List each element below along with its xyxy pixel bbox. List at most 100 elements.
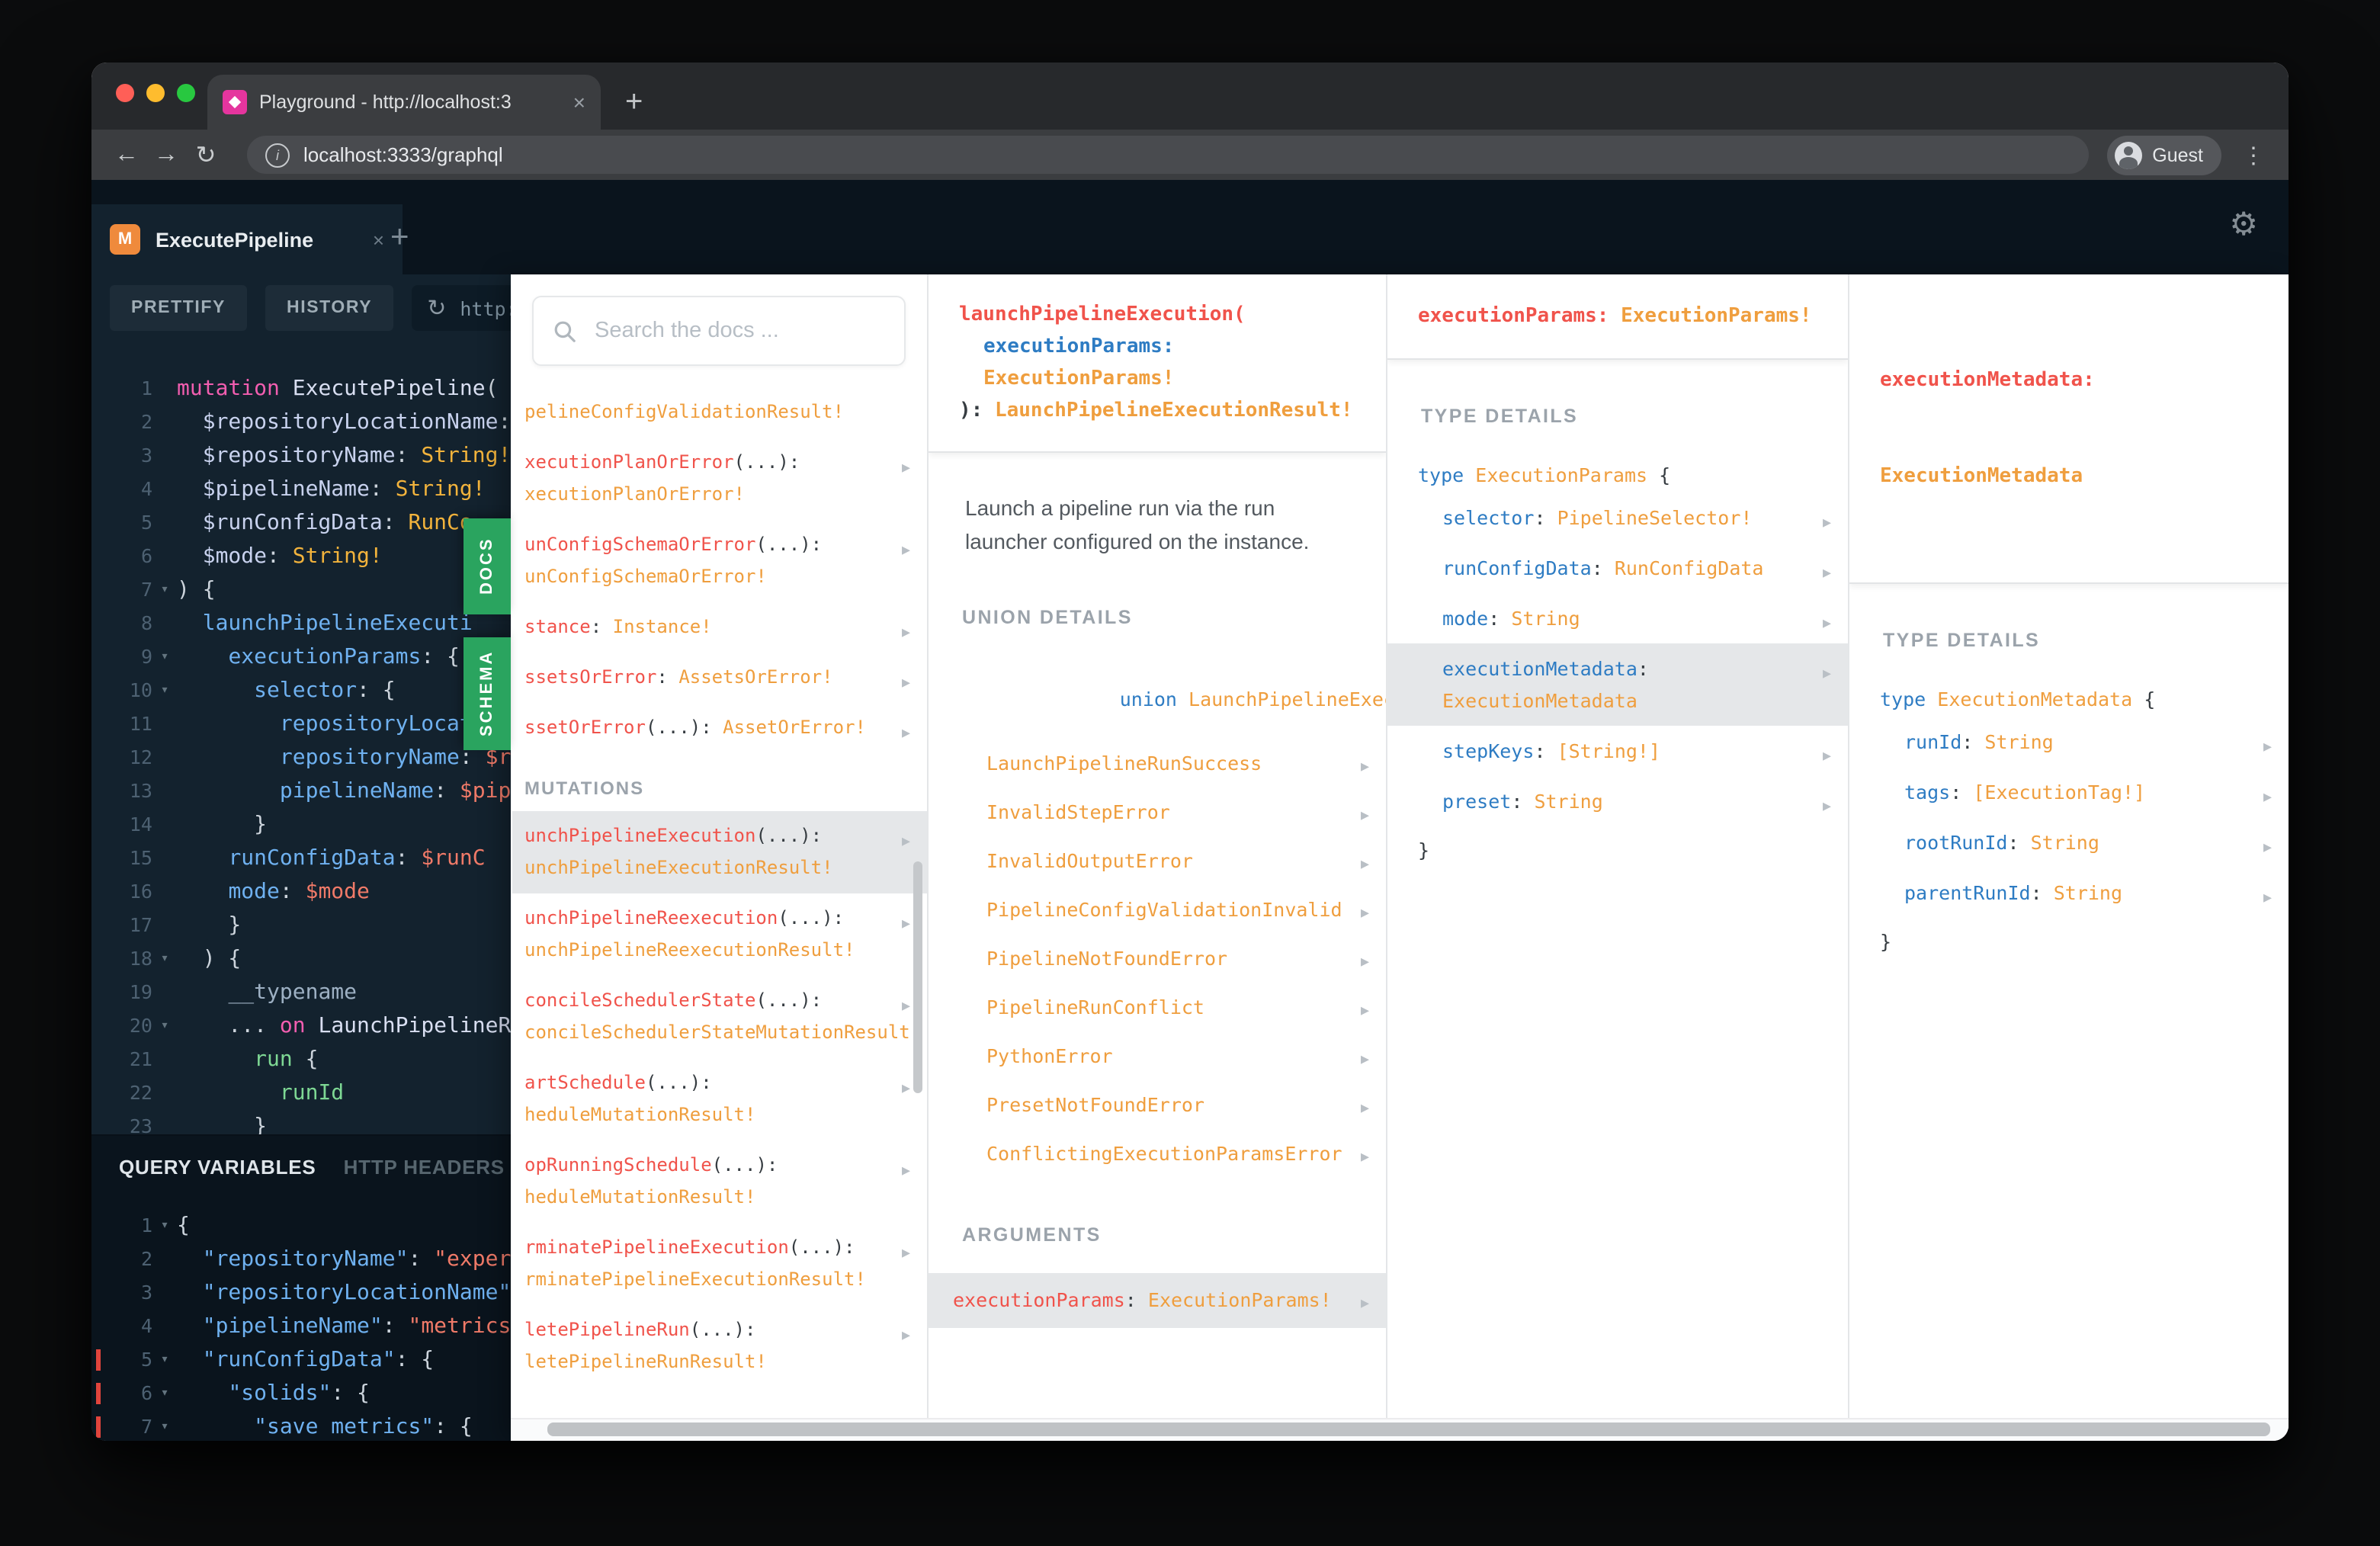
type-field-row[interactable]: parentRunId: String ▸ [1849, 868, 2289, 918]
type-field-row[interactable]: runConfigData: RunConfigData ▸ [1387, 543, 1848, 593]
fold-arrow-icon[interactable]: ▾ [152, 573, 177, 607]
chevron-right-icon: ▸ [1360, 1049, 1369, 1070]
history-button[interactable]: HISTORY [265, 285, 394, 331]
fold-gutter [152, 1310, 177, 1343]
fold-gutter [152, 707, 177, 741]
union-member-row[interactable]: PipelineConfigValidationInvalid ▸ [929, 887, 1386, 935]
union-member-row[interactable]: InvalidOutputError ▸ [929, 838, 1386, 887]
line-number: 22 [129, 1081, 152, 1104]
fold-arrow-icon[interactable]: ▾ [152, 1343, 177, 1377]
back-icon[interactable]: ← [107, 141, 146, 168]
forward-icon[interactable]: → [146, 141, 186, 168]
tab-query-variables[interactable]: QUERY VARIABLES [119, 1155, 316, 1178]
union-member-row[interactable]: ConflictingExecutionParamsError ▸ [929, 1131, 1386, 1179]
fold-arrow-icon[interactable]: ▾ [152, 640, 177, 674]
fold-gutter [152, 1043, 177, 1076]
fold-arrow-icon[interactable]: ▾ [152, 1377, 177, 1410]
screen: Playground - http://localhost:3 × + ← → … [0, 0, 2380, 1546]
line-number: 4 [140, 1314, 152, 1337]
docs-list-item[interactable]: ssetsOrError: AssetsOrError! ▸ [512, 653, 927, 703]
session-tab[interactable]: M ExecutePipeline × [91, 204, 403, 274]
session-icon: M [110, 224, 140, 255]
docs-list-item[interactable]: rminatePipelineExecution(...): rminatePip… [512, 1223, 927, 1305]
union-member-row[interactable]: PythonError ▸ [929, 1033, 1386, 1082]
browser-tab[interactable]: Playground - http://localhost:3 × [207, 75, 601, 130]
settings-gear-icon[interactable]: ⚙ [2229, 206, 2258, 244]
browser-menu-icon[interactable]: ⋮ [2234, 141, 2273, 168]
union-member-row[interactable]: InvalidStepError ▸ [929, 789, 1386, 838]
profile-button[interactable]: Guest [2106, 135, 2221, 175]
window-minimize-button[interactable] [146, 84, 165, 102]
type-field-row[interactable]: runId: String ▸ [1849, 717, 2289, 767]
union-member-row[interactable]: PipelineNotFoundError ▸ [929, 935, 1386, 984]
scrollbar-thumb[interactable] [547, 1423, 2270, 1436]
docs-list-item[interactable]: concileSchedulerState(...): concileSchedu… [512, 976, 927, 1058]
line-number: 5 [140, 1348, 152, 1371]
union-member-row[interactable]: PipelineRunConflict ▸ [929, 984, 1386, 1033]
docs-list-item[interactable]: unchPipelineReexecution(...): unchPipelin… [512, 893, 927, 976]
union-member-list: LaunchPipelineRunSuccess ▸ InvalidStepErro… [929, 740, 1386, 1179]
chevron-right-icon: ▸ [1360, 903, 1369, 923]
fold-arrow-icon[interactable]: ▾ [152, 674, 177, 707]
session-close-icon[interactable]: × [373, 228, 384, 251]
schema-side-tab[interactable]: SCHEMA [463, 637, 511, 750]
window-zoom-button[interactable] [177, 84, 195, 102]
docs-horizontal-scrollbar[interactable] [511, 1418, 2289, 1441]
line-number: 1 [140, 1214, 152, 1236]
docs-list-item[interactable]: unConfigSchemaOrError(...): unConfigSchem… [512, 520, 927, 602]
type-field-row[interactable]: stepKeys: [String!] ▸ [1387, 726, 1848, 776]
address-bar[interactable]: i localhost:3333/graphql [247, 136, 2089, 174]
new-session-button[interactable]: + [390, 220, 409, 256]
argument-separator: : [1124, 1288, 1148, 1312]
error-marker [96, 1349, 101, 1371]
line-number: 13 [129, 779, 152, 802]
line-number: 14 [129, 813, 152, 836]
docs-list-item[interactable]: stance: Instance! ▸ [512, 602, 927, 653]
chevron-right-icon: ▸ [1360, 1293, 1369, 1313]
union-member-row[interactable]: LaunchPipelineRunSuccess ▸ [929, 740, 1386, 789]
docs-list-item[interactable]: xecutionPlanOrError(...): xecutionPlanOrE… [512, 438, 927, 520]
docs-side-tab[interactable]: DOCS [463, 518, 511, 614]
reload-icon[interactable]: ↻ [186, 140, 226, 170]
docs-search[interactable] [532, 296, 906, 366]
type-field-row[interactable]: rootRunId: String ▸ [1849, 817, 2289, 868]
site-info-icon[interactable]: i [265, 143, 290, 167]
type-field-row[interactable]: preset: String ▸ [1387, 776, 1848, 826]
line-number: 20 [129, 1014, 152, 1037]
line-number: 16 [129, 880, 152, 903]
union-member-row[interactable]: PresetNotFoundError ▸ [929, 1082, 1386, 1131]
fold-arrow-icon[interactable]: ▾ [152, 1410, 177, 1441]
docs-list-item[interactable]: opRunningSchedule(...): heduleMutationRes… [512, 1140, 927, 1223]
argument-row[interactable]: executionParams: ExecutionParams! ▸ [929, 1273, 1386, 1329]
type-name: ExecutionMetadata [1937, 688, 2144, 710]
union-details-header: UNION DETAILS [962, 607, 1133, 629]
fold-gutter [152, 473, 177, 506]
fold-arrow-icon[interactable]: ▾ [152, 942, 177, 976]
docs-list-item[interactable]: ssetOrError(...): AssetOrError! ▸ [512, 703, 927, 753]
search-input[interactable] [592, 317, 884, 345]
docs-list-item[interactable]: artSchedule(...): heduleMutationResult! ▸ [512, 1058, 927, 1140]
type-field-row[interactable]: tags: [ExecutionTag!] ▸ [1849, 767, 2289, 817]
reload-schema-icon[interactable]: ↻ [427, 294, 446, 322]
type-field-row[interactable]: mode: String ▸ [1387, 593, 1848, 643]
new-tab-button[interactable]: + [625, 85, 643, 120]
docs-list-item[interactable]: unchPipelineExecution(...): unchPipelineE… [512, 811, 927, 893]
code-text: "pipelineName": "metrics [202, 1314, 512, 1339]
fold-gutter [152, 1110, 177, 1134]
type-field-row[interactable]: executionMetadata: ExecutionMetadata ▸ [1387, 643, 1848, 726]
fold-gutter [152, 976, 177, 1009]
prettify-button[interactable]: PRETTIFY [110, 285, 247, 331]
fold-arrow-icon[interactable]: ▾ [152, 1009, 177, 1043]
browser-window: Playground - http://localhost:3 × + ← → … [91, 63, 2289, 1441]
chevron-right-icon: ▸ [1360, 756, 1369, 777]
tab-http-headers[interactable]: HTTP HEADERS [344, 1155, 505, 1178]
fold-gutter [152, 540, 177, 573]
docs-list-item[interactable]: pelineConfigValidationResult! [512, 387, 927, 438]
docs-list-item[interactable]: letePipelineRun(...): letePipelineRunResu… [512, 1305, 927, 1387]
fold-arrow-icon[interactable]: ▾ [152, 1209, 177, 1243]
docs-vertical-scrollbar[interactable] [913, 861, 922, 1093]
tab-close-icon[interactable]: × [573, 90, 585, 114]
browser-tabstrip: Playground - http://localhost:3 × + [91, 63, 2289, 130]
window-close-button[interactable] [116, 84, 134, 102]
type-field-row[interactable]: selector: PipelineSelector! ▸ [1387, 492, 1848, 543]
